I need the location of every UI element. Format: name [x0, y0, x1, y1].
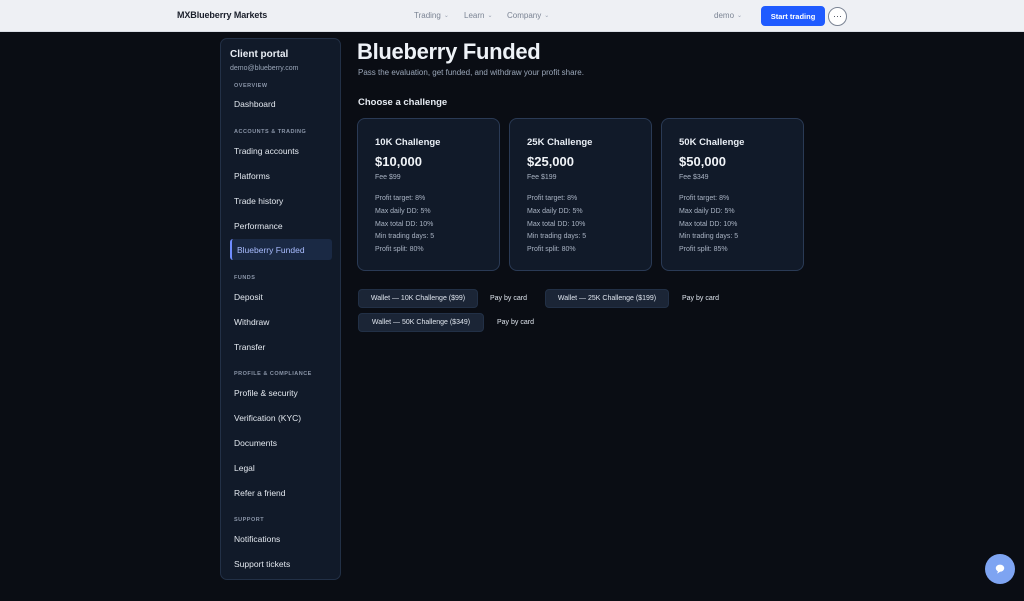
sidebar-item-notifications[interactable]: Notifications: [234, 534, 280, 544]
nav-learn[interactable]: Learn ⌄: [464, 11, 493, 20]
brand-logo[interactable]: MXBlueberry Markets: [177, 10, 267, 20]
chat-bubble-icon: [995, 564, 1005, 574]
rule-max-total-dd: Max total DD: 10%: [679, 220, 738, 228]
section-support: SUPPORT: [234, 517, 265, 523]
sidebar-item-profile-security[interactable]: Profile & security: [234, 388, 298, 398]
sidebar-item-withdraw[interactable]: Withdraw: [234, 317, 269, 327]
wallet-pay-50k-button[interactable]: Wallet — 50K Challenge ($349): [358, 313, 484, 332]
challenge-rules: Profit target: 8% Max daily DD: 5% Max t…: [527, 193, 586, 257]
section-profile-compliance: PROFILE & COMPLIANCE: [234, 371, 312, 377]
more-options-icon[interactable]: ···: [828, 7, 847, 26]
rule-profit-target: Profit target: 8%: [679, 195, 730, 202]
section-heading: Choose a challenge: [358, 97, 448, 108]
sidebar: Client portal demo@blueberry.com OVERVIE…: [220, 38, 341, 580]
chevron-down-icon: ⌄: [544, 13, 550, 19]
challenge-amount: $25,000: [527, 154, 574, 169]
sidebar-item-support-tickets[interactable]: Support tickets: [234, 559, 290, 569]
sidebar-item-refer-a-friend[interactable]: Refer a friend: [234, 488, 286, 498]
rule-min-trading-days: Min trading days: 5: [375, 233, 435, 241]
rule-max-total-dd: Max total DD: 10%: [527, 220, 586, 228]
challenge-card-25k: 25K Challenge $25,000 Fee $199 Profit ta…: [509, 118, 652, 271]
user-menu[interactable]: demo ⌄: [714, 11, 742, 20]
page-title: Blueberry Funded: [357, 39, 541, 64]
section-funds: FUNDS: [234, 275, 256, 281]
challenge-amount: $10,000: [375, 154, 422, 169]
sidebar-item-dashboard[interactable]: Dashboard: [234, 99, 276, 109]
nav-trading[interactable]: Trading ⌄: [414, 11, 449, 20]
sidebar-item-trading-accounts[interactable]: Trading accounts: [234, 146, 299, 156]
chevron-down-icon: ⌄: [487, 13, 493, 19]
top-navigation-bar: MXBlueberry Markets Trading ⌄ Learn ⌄ Co…: [0, 0, 1024, 32]
rule-min-trading-days: Min trading days: 5: [527, 233, 587, 241]
chevron-down-icon: ⌄: [737, 13, 743, 19]
challenge-name: 25K Challenge: [527, 137, 593, 148]
sidebar-item-blueberry-funded[interactable]: Blueberry Funded: [230, 239, 332, 260]
card-pay-25k-button[interactable]: Pay by card: [682, 289, 719, 308]
sidebar-item-documents[interactable]: Documents: [234, 438, 277, 448]
sidebar-item-platforms[interactable]: Platforms: [234, 171, 270, 181]
challenge-card-10k: 10K Challenge $10,000 Fee $99 Profit tar…: [357, 118, 500, 271]
rule-profit-split: Profit split: 80%: [375, 246, 424, 254]
nav-company[interactable]: Company ⌄: [507, 11, 549, 20]
card-pay-50k-button[interactable]: Pay by card: [497, 313, 534, 332]
challenge-fee: Fee $199: [527, 174, 557, 181]
nav-learn-label: Learn: [464, 11, 485, 20]
challenge-fee: Fee $349: [679, 174, 709, 181]
page-subtitle: Pass the evaluation, get funded, and wit…: [358, 68, 584, 77]
rule-min-trading-days: Min trading days: 5: [679, 233, 739, 241]
rule-max-daily-dd: Max daily DD: 5%: [679, 207, 735, 215]
challenge-name: 50K Challenge: [679, 137, 745, 148]
user-menu-label: demo: [714, 11, 735, 20]
sidebar-title: Client portal: [230, 49, 289, 60]
chat-launcher-button[interactable]: [985, 554, 1015, 584]
rule-max-daily-dd: Max daily DD: 5%: [375, 207, 431, 215]
sidebar-item-performance[interactable]: Performance: [234, 221, 283, 231]
sidebar-item-deposit[interactable]: Deposit: [234, 292, 263, 302]
wallet-pay-10k-button[interactable]: Wallet — 10K Challenge ($99): [358, 289, 478, 308]
nav-company-label: Company: [507, 11, 542, 20]
nav-trading-label: Trading: [414, 11, 441, 20]
section-accounts-trading: ACCOUNTS & TRADING: [234, 129, 307, 135]
rule-max-daily-dd: Max daily DD: 5%: [527, 207, 583, 215]
challenge-rules: Profit target: 8% Max daily DD: 5% Max t…: [679, 193, 738, 257]
rule-profit-target: Profit target: 8%: [527, 195, 578, 202]
chevron-down-icon: ⌄: [443, 13, 449, 19]
sidebar-item-verification[interactable]: Verification (KYC): [234, 413, 301, 423]
sidebar-item-legal[interactable]: Legal: [234, 463, 255, 473]
challenge-rules: Profit target: 8% Max daily DD: 5% Max t…: [375, 193, 434, 257]
wallet-pay-25k-button[interactable]: Wallet — 25K Challenge ($199): [545, 289, 669, 308]
challenge-name: 10K Challenge: [375, 137, 441, 148]
challenge-fee: Fee $99: [375, 174, 401, 181]
rule-profit-split: Profit split: 85%: [679, 246, 728, 254]
sidebar-item-trade-history[interactable]: Trade history: [234, 196, 283, 206]
user-email: demo@blueberry.com: [230, 65, 299, 72]
card-pay-10k-button[interactable]: Pay by card: [490, 289, 527, 308]
rule-profit-split: Profit split: 80%: [527, 246, 576, 254]
challenge-amount: $50,000: [679, 154, 726, 169]
sidebar-item-transfer[interactable]: Transfer: [234, 342, 265, 352]
section-overview: OVERVIEW: [234, 83, 268, 89]
challenge-card-50k: 50K Challenge $50,000 Fee $349 Profit ta…: [661, 118, 804, 271]
start-trading-button[interactable]: Start trading: [761, 6, 825, 26]
rule-max-total-dd: Max total DD: 10%: [375, 220, 434, 228]
rule-profit-target: Profit target: 8%: [375, 195, 426, 202]
